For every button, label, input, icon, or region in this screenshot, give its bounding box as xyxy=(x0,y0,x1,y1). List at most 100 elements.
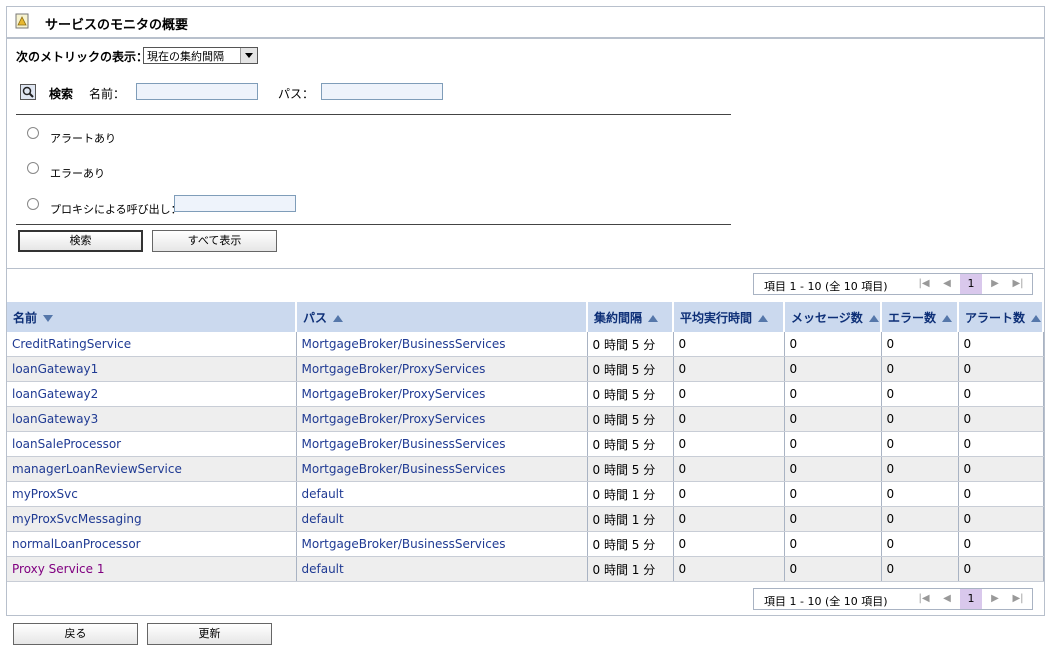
sort-asc-icon[interactable] xyxy=(758,314,769,322)
service-name-link[interactable]: loanGateway3 xyxy=(7,406,297,432)
pager-info: 項目 1 - 10 (全 10 項目) xyxy=(764,280,888,293)
next-page-icon[interactable]: ▶ xyxy=(985,276,1005,292)
cell-avg-time: 0 xyxy=(673,332,785,357)
col-header-messages[interactable]: メッセージ数 xyxy=(784,302,882,332)
back-button[interactable]: 戻る xyxy=(13,623,138,645)
service-path-link[interactable]: MortgageBroker/BusinessServices xyxy=(296,431,588,457)
search-button[interactable]: 検索 xyxy=(18,230,143,252)
refresh-button[interactable]: 更新 xyxy=(147,623,272,645)
metric-select-value: 現在の集約間隔 xyxy=(147,50,224,63)
service-name-link[interactable]: myProxSvc xyxy=(7,481,297,507)
cell-avg-time: 0 xyxy=(673,456,785,482)
next-page-icon[interactable]: ▶ xyxy=(985,591,1005,607)
first-page-icon[interactable]: |◀ xyxy=(914,276,934,292)
pager-top: 項目 1 - 10 (全 10 項目) |◀ ◀ 1 ▶ ▶| xyxy=(753,273,1033,295)
cell-errors: 0 xyxy=(881,456,959,482)
metric-select[interactable]: 現在の集約間隔 xyxy=(143,47,258,64)
col-header-path[interactable]: パス xyxy=(296,302,588,332)
first-page-icon[interactable]: |◀ xyxy=(914,591,934,607)
service-name-link[interactable]: loanGateway1 xyxy=(7,356,297,382)
cell-errors: 0 xyxy=(881,356,959,382)
services-table: 名前 パス 集約間隔 平均実行時間 メッセージ数 エラー数 アラート数 Cred… xyxy=(7,302,1044,582)
current-page[interactable]: 1 xyxy=(960,274,982,294)
sort-asc-icon[interactable] xyxy=(868,314,879,322)
current-page[interactable]: 1 xyxy=(960,589,982,609)
cell-interval: 0 時間 5 分 xyxy=(587,456,674,482)
radio-error[interactable] xyxy=(27,162,39,174)
col-header-interval[interactable]: 集約間隔 xyxy=(587,302,674,332)
cell-avg-time: 0 xyxy=(673,431,785,457)
page-title: サービスのモニタの概要 xyxy=(45,18,189,33)
cell-avg-time: 0 xyxy=(673,381,785,407)
service-path-link[interactable]: default xyxy=(296,556,588,582)
table-row: myProxSvc default 0 時間 1 分 0 0 0 0 xyxy=(7,481,1044,507)
service-path-link[interactable]: MortgageBroker/ProxyServices xyxy=(296,406,588,432)
service-name-link[interactable]: myProxSvcMessaging xyxy=(7,506,297,532)
sort-asc-icon[interactable] xyxy=(1031,314,1041,322)
cell-alerts: 0 xyxy=(958,332,1044,357)
cell-interval: 0 時間 5 分 xyxy=(587,431,674,457)
chevron-down-icon[interactable] xyxy=(240,48,257,63)
cell-errors: 0 xyxy=(881,506,959,532)
cell-alerts: 0 xyxy=(958,506,1044,532)
table-row: normalLoanProcessor MortgageBroker/Busin… xyxy=(7,531,1044,557)
proxy-input[interactable] xyxy=(174,195,296,212)
col-header-errors[interactable]: エラー数 xyxy=(881,302,959,332)
cell-messages: 0 xyxy=(784,556,882,582)
sort-asc-icon[interactable] xyxy=(648,314,659,322)
service-path-link[interactable]: MortgageBroker/BusinessServices xyxy=(296,531,588,557)
col-header-name[interactable]: 名前 xyxy=(7,302,297,332)
cell-interval: 0 時間 1 分 xyxy=(587,506,674,532)
service-name-link[interactable]: Proxy Service 1 xyxy=(7,556,297,582)
service-name-link[interactable]: loanGateway2 xyxy=(7,381,297,407)
prev-page-icon[interactable]: ◀ xyxy=(937,276,957,292)
cell-messages: 0 xyxy=(784,332,882,357)
cell-alerts: 0 xyxy=(958,481,1044,507)
service-name-link[interactable]: CreditRatingService xyxy=(7,332,297,357)
pager-info: 項目 1 - 10 (全 10 項目) xyxy=(764,595,888,608)
search-label: 検索 xyxy=(49,87,74,101)
last-page-icon[interactable]: ▶| xyxy=(1008,591,1028,607)
last-page-icon[interactable]: ▶| xyxy=(1008,276,1028,292)
cell-messages: 0 xyxy=(784,381,882,407)
service-path-link[interactable]: MortgageBroker/ProxyServices xyxy=(296,356,588,382)
cell-errors: 0 xyxy=(881,431,959,457)
page-header: サービスのモニタの概要 xyxy=(6,6,1045,38)
cell-avg-time: 0 xyxy=(673,481,785,507)
col-header-avg-time[interactable]: 平均実行時間 xyxy=(673,302,785,332)
service-path-link[interactable]: MortgageBroker/BusinessServices xyxy=(296,456,588,482)
service-path-link[interactable]: default xyxy=(296,506,588,532)
service-path-link[interactable]: default xyxy=(296,481,588,507)
radio-error-label: エラーあり xyxy=(50,167,105,180)
table-row: loanGateway1 MortgageBroker/ProxyService… xyxy=(7,356,1044,382)
table-row: CreditRatingService MortgageBroker/Busin… xyxy=(7,332,1044,357)
cell-interval: 0 時間 5 分 xyxy=(587,531,674,557)
cell-alerts: 0 xyxy=(958,406,1044,432)
cell-messages: 0 xyxy=(784,481,882,507)
cell-errors: 0 xyxy=(881,481,959,507)
radio-proxy-label: プロキシによる呼び出し： xyxy=(50,203,182,216)
divider xyxy=(16,114,731,115)
metric-label: 次のメトリックの表示： xyxy=(16,50,149,64)
cell-alerts: 0 xyxy=(958,356,1044,382)
service-path-link[interactable]: MortgageBroker/ProxyServices xyxy=(296,381,588,407)
prev-page-icon[interactable]: ◀ xyxy=(937,591,957,607)
sort-asc-icon[interactable] xyxy=(333,314,344,322)
cell-messages: 0 xyxy=(784,506,882,532)
search-icon[interactable] xyxy=(20,84,36,100)
radio-alert-label: アラートあり xyxy=(50,132,116,145)
sort-desc-icon[interactable] xyxy=(43,314,54,322)
service-name-link[interactable]: loanSaleProcessor xyxy=(7,431,297,457)
cell-errors: 0 xyxy=(881,556,959,582)
sort-asc-icon[interactable] xyxy=(942,314,953,322)
show-all-button[interactable]: すべて表示 xyxy=(152,230,277,252)
cell-interval: 0 時間 1 分 xyxy=(587,556,674,582)
col-header-alerts[interactable]: アラート数 xyxy=(958,302,1044,332)
service-path-link[interactable]: MortgageBroker/BusinessServices xyxy=(296,332,588,357)
radio-proxy[interactable] xyxy=(27,198,39,210)
radio-alert[interactable] xyxy=(27,127,39,139)
name-input[interactable] xyxy=(136,83,258,100)
path-input[interactable] xyxy=(321,83,443,100)
service-name-link[interactable]: managerLoanReviewService xyxy=(7,456,297,482)
service-name-link[interactable]: normalLoanProcessor xyxy=(7,531,297,557)
